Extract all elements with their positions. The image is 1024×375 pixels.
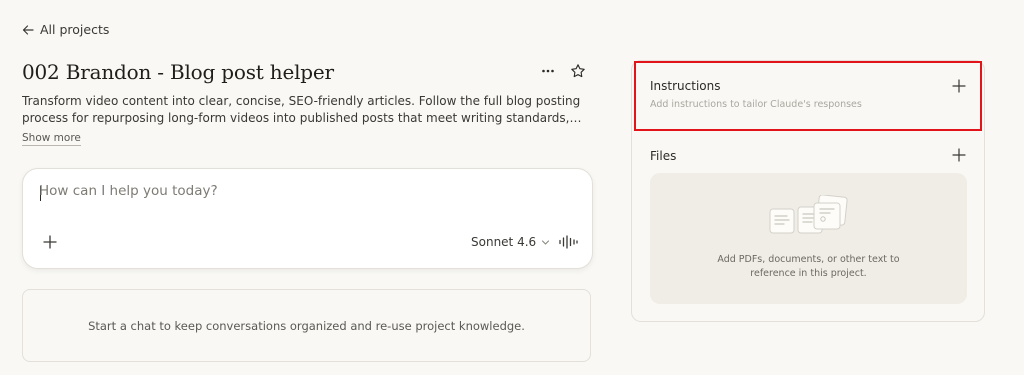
project-description: Transform video content into clear, conc… bbox=[22, 94, 581, 125]
project-title: 002 Brandon - Blog post helper bbox=[22, 60, 334, 84]
plus-icon bbox=[952, 148, 966, 162]
arrow-left-icon bbox=[22, 24, 34, 36]
show-more-link[interactable]: Show more bbox=[22, 132, 81, 146]
favorite-button[interactable] bbox=[570, 63, 586, 79]
title-actions bbox=[540, 63, 586, 79]
more-options-button[interactable] bbox=[540, 63, 556, 79]
instructions-section[interactable]: Instructions Add instructions to tailor … bbox=[634, 61, 982, 131]
voice-input-button[interactable] bbox=[558, 234, 578, 250]
empty-state-text: Start a chat to keep conversations organ… bbox=[88, 318, 525, 333]
files-title: Files bbox=[650, 149, 677, 163]
documents-illustration bbox=[769, 195, 848, 234]
voice-waveform-icon bbox=[559, 235, 578, 249]
chat-input[interactable] bbox=[39, 183, 569, 199]
chevron-down-icon bbox=[542, 239, 550, 245]
model-selector[interactable]: Sonnet 4.6 bbox=[471, 235, 550, 249]
files-drop-line2: reference in this project. bbox=[750, 268, 867, 279]
model-name: Sonnet 4.6 bbox=[471, 235, 537, 249]
star-icon bbox=[571, 64, 585, 78]
files-drop-zone[interactable]: Add PDFs, documents, or other text to re… bbox=[650, 173, 967, 304]
chat-composer: Sonnet 4.6 bbox=[22, 168, 593, 269]
back-to-projects-link[interactable]: All projects bbox=[22, 22, 109, 37]
empty-conversations-card: Start a chat to keep conversations organ… bbox=[22, 289, 591, 362]
files-drop-line1: Add PDFs, documents, or other text to bbox=[717, 254, 900, 265]
add-files-button[interactable] bbox=[952, 148, 966, 162]
files-drop-text: Add PDFs, documents, or other text to re… bbox=[650, 253, 967, 281]
more-horizontal-icon bbox=[542, 69, 554, 73]
back-link-label: All projects bbox=[40, 22, 110, 37]
plus-icon bbox=[43, 235, 57, 249]
instructions-subtitle: Add instructions to tailor Claude's resp… bbox=[650, 99, 862, 110]
add-instructions-button[interactable] bbox=[952, 79, 966, 93]
add-attachment-button[interactable] bbox=[43, 235, 57, 249]
instructions-title: Instructions bbox=[650, 79, 721, 93]
plus-icon bbox=[952, 79, 966, 93]
